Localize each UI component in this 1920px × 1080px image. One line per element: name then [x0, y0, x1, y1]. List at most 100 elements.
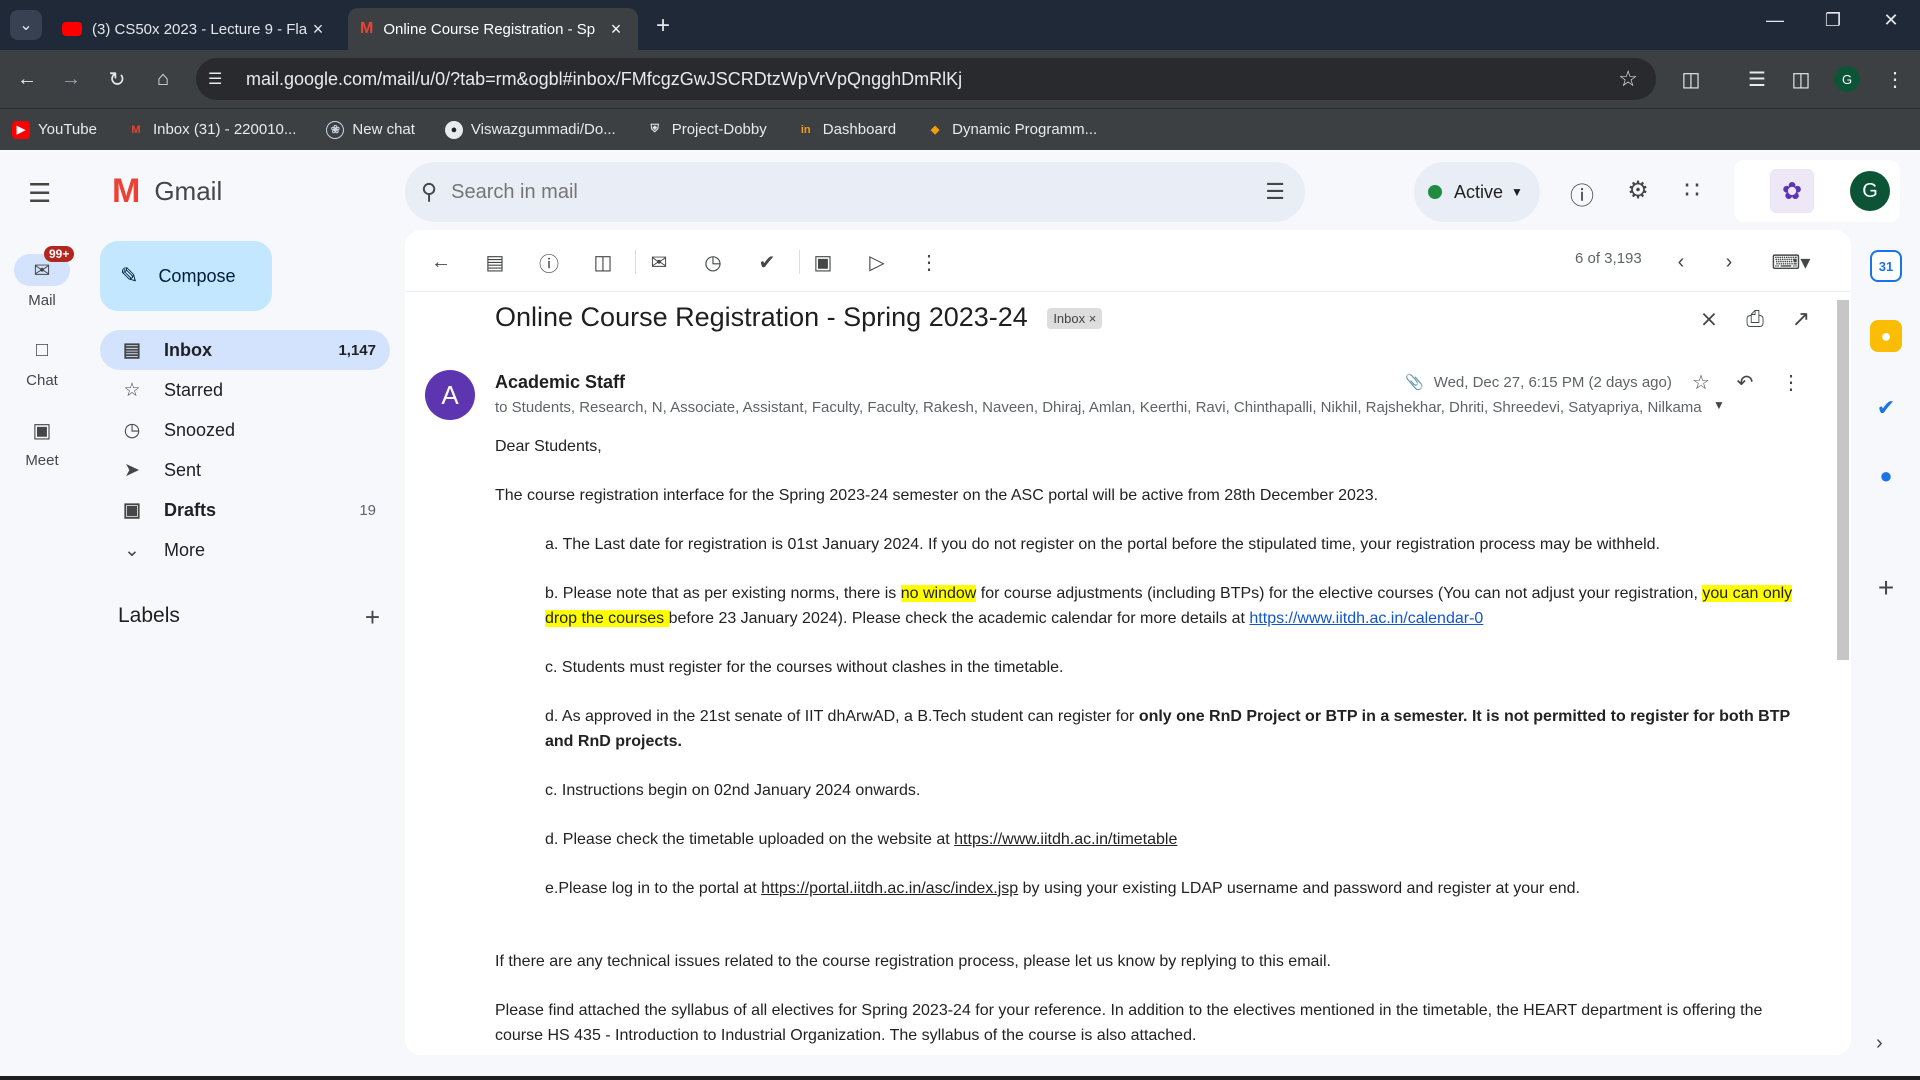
- help-icon[interactable]: ⓘ: [1566, 176, 1598, 211]
- gmail-icon: M: [360, 20, 374, 37]
- shield-icon: ⛨: [650, 123, 659, 135]
- search-icon[interactable]: ⚲: [421, 179, 437, 205]
- newer-chevron-icon[interactable]: ‹: [1667, 248, 1695, 276]
- forward-icon[interactable]: →: [56, 64, 86, 94]
- back-to-inbox-icon[interactable]: ←: [427, 248, 455, 276]
- bookmark-github[interactable]: ● Viswazgummadi/Do...: [444, 120, 616, 139]
- nav-label: Sent: [164, 459, 202, 480]
- settings-gear-icon[interactable]: ⚙: [1622, 176, 1654, 205]
- contacts-icon[interactable]: ●: [1870, 460, 1902, 492]
- back-icon[interactable]: ←: [12, 64, 42, 94]
- bookmark-youtube[interactable]: ▶ YouTube: [12, 120, 97, 139]
- recipients-line[interactable]: to Students, Research, N, Associate, Ass…: [495, 399, 1765, 416]
- apps-grid-icon[interactable]: ∷: [1676, 176, 1708, 205]
- bookmark-label: Dynamic Programm...: [952, 121, 1098, 138]
- tab-title: (3) CS50x 2023 - Lecture 9 - Fla: [92, 20, 308, 38]
- sender-avatar[interactable]: A: [425, 370, 475, 420]
- home-icon[interactable]: ⌂: [148, 64, 178, 94]
- bookmark-project-dobby[interactable]: ⛨ Project-Dobby: [646, 121, 767, 139]
- browser-profile-avatar[interactable]: G: [1834, 66, 1860, 92]
- sender-name[interactable]: Academic Staff: [495, 372, 625, 393]
- move-to-icon[interactable]: ▣: [809, 248, 837, 276]
- rail-chat[interactable]: □ Chat: [0, 334, 84, 390]
- browser-tab-youtube[interactable]: (3) CS50x 2023 - Lecture 9 - Fla ×: [50, 8, 340, 50]
- extensions-icon[interactable]: ◫: [1676, 64, 1706, 94]
- portal-link[interactable]: https://portal.iitdh.ac.in/asc/index.jsp: [761, 880, 1018, 897]
- nav-item-snoozed[interactable]: ◷ Snoozed: [100, 410, 390, 450]
- close-window-icon[interactable]: ✕: [1876, 10, 1906, 31]
- mark-unread-icon[interactable]: ✉: [645, 248, 673, 276]
- rail-mail[interactable]: ✉ 99+ Mail: [0, 246, 84, 309]
- bookmark-dynamic-programming[interactable]: ◆ Dynamic Programm...: [926, 121, 1097, 139]
- nav-item-inbox[interactable]: ▤ Inbox 1,147: [100, 330, 390, 370]
- delete-icon[interactable]: ◫: [589, 248, 617, 276]
- status-selector[interactable]: Active ▼: [1414, 162, 1540, 222]
- bookmark-new-chat[interactable]: ❀ New chat: [326, 120, 415, 139]
- collapse-all-icon[interactable]: ⨯: [1695, 306, 1723, 332]
- search-bar[interactable]: ⚲ ☰: [405, 162, 1305, 222]
- mail-icon: ✉ 99+: [14, 246, 75, 286]
- label-icon[interactable]: ▷: [863, 248, 891, 276]
- tasks-icon[interactable]: ✔: [1870, 392, 1902, 424]
- account-switcher[interactable]: ✿ G: [1734, 160, 1900, 222]
- media-control-icon[interactable]: ☰: [1742, 64, 1772, 94]
- chat-icon: □: [35, 338, 49, 361]
- new-tab-button[interactable]: +: [650, 12, 676, 40]
- restore-icon[interactable]: ❐: [1818, 10, 1848, 31]
- close-icon[interactable]: ×: [606, 19, 626, 40]
- search-input[interactable]: [451, 180, 1212, 204]
- message-pane: ← ▤ ⓘ ◫ ✉ ◷ ✔ ▣ ▷ ⋮ 6 of 3,193 ‹ › ⌨▾ On…: [405, 230, 1851, 1055]
- archive-icon[interactable]: ▤: [481, 248, 509, 276]
- nav-item-starred[interactable]: ☆ Starred: [100, 370, 390, 410]
- snooze-icon[interactable]: ◷: [699, 248, 727, 276]
- account-avatar[interactable]: G: [1850, 171, 1890, 211]
- inbox-label-tag[interactable]: Inbox ×: [1047, 308, 1103, 330]
- main-menu-icon[interactable]: ☰: [28, 178, 51, 209]
- bookmark-label: Viswazgummadi/Do...: [470, 121, 616, 138]
- reply-icon[interactable]: ↶: [1731, 370, 1759, 395]
- timetable-link[interactable]: https://www.iitdh.ac.in/timetable: [954, 831, 1177, 848]
- add-addon-icon[interactable]: +: [1870, 572, 1902, 604]
- calendar-icon[interactable]: 31: [1870, 250, 1902, 282]
- browser-tab-gmail[interactable]: M Online Course Registration - Sp ×: [348, 8, 638, 50]
- nav-item-drafts[interactable]: ▣ Drafts 19: [100, 490, 390, 530]
- message-scrollbar[interactable]: [1837, 300, 1849, 1040]
- show-details-icon[interactable]: ▼: [1705, 398, 1733, 412]
- nav-item-more[interactable]: ⌄ More: [100, 530, 390, 570]
- older-chevron-icon[interactable]: ›: [1715, 248, 1743, 276]
- input-tools-icon[interactable]: ⌨▾: [1767, 248, 1815, 276]
- bookmark-dashboard[interactable]: in Dashboard: [797, 121, 896, 139]
- compose-button[interactable]: ✎ Compose: [100, 241, 272, 311]
- nav-item-sent[interactable]: ➤ Sent: [100, 450, 390, 490]
- keep-icon[interactable]: ●: [1870, 320, 1902, 352]
- side-panel-icon[interactable]: ◫: [1786, 64, 1816, 94]
- add-to-tasks-icon[interactable]: ✔: [753, 248, 781, 276]
- close-icon[interactable]: ×: [308, 19, 328, 40]
- star-icon[interactable]: ☆: [1687, 370, 1715, 395]
- more-options-icon[interactable]: ⋮: [1777, 370, 1805, 395]
- print-icon[interactable]: ⎙: [1741, 306, 1769, 332]
- gmail-logo[interactable]: M Gmail: [112, 172, 222, 211]
- more-options-icon[interactable]: ⋮: [915, 248, 943, 276]
- search-options-icon[interactable]: ☰: [1265, 179, 1285, 205]
- address-bar[interactable]: ☰ mail.google.com/mail/u/0/?tab=rm&ogbl#…: [196, 58, 1656, 100]
- scrollbar-thumb[interactable]: [1837, 300, 1849, 660]
- expand-side-panel-icon[interactable]: ›: [1876, 1032, 1883, 1055]
- youtube-icon: [62, 22, 82, 36]
- url-text: mail.google.com/mail/u/0/?tab=rm&ogbl#in…: [246, 68, 963, 89]
- toolbar-divider: [799, 250, 800, 274]
- report-spam-icon[interactable]: ⓘ: [535, 248, 563, 276]
- rail-meet[interactable]: ▣ Meet: [0, 414, 84, 470]
- bookmark-star-icon[interactable]: ☆: [1618, 66, 1638, 92]
- add-label-icon[interactable]: +: [365, 602, 380, 633]
- site-info-icon[interactable]: ☰: [208, 69, 234, 89]
- reload-icon[interactable]: ↻: [102, 64, 132, 94]
- open-new-window-icon[interactable]: ↗: [1787, 306, 1815, 332]
- tab-search-button[interactable]: ⌄: [10, 10, 42, 40]
- browser-menu-icon[interactable]: ⋮: [1880, 64, 1910, 94]
- bookmark-inbox[interactable]: M Inbox (31) - 220010...: [127, 121, 296, 139]
- active-status-dot: [1428, 185, 1442, 199]
- minimize-icon[interactable]: —: [1760, 10, 1790, 31]
- youtube-icon: ▶: [12, 120, 30, 139]
- calendar-link[interactable]: https://www.iitdh.ac.in/calendar-0: [1249, 610, 1483, 627]
